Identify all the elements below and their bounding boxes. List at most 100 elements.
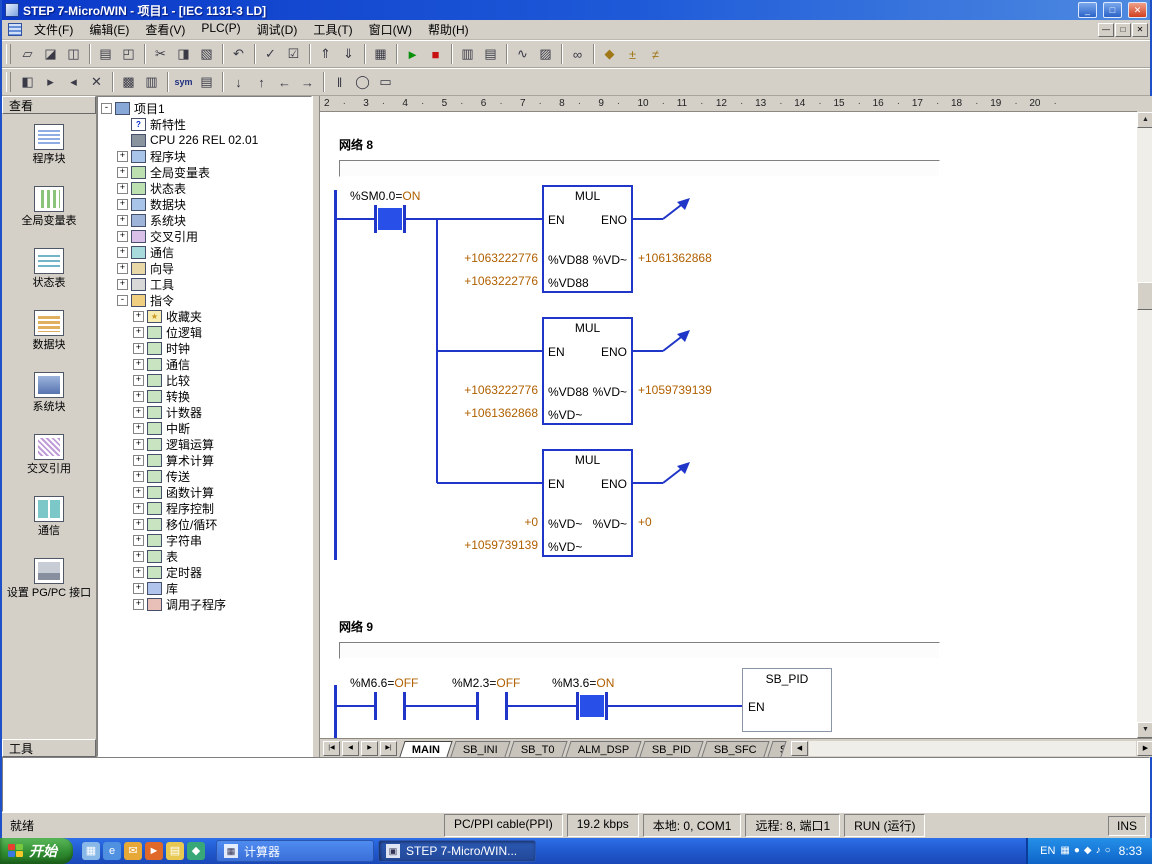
app-shortcut-icon[interactable]: ◆	[187, 842, 205, 860]
pou-tab[interactable]: SB_PID	[639, 741, 703, 757]
unforce-value-button[interactable]: ≠	[644, 43, 667, 66]
panel-splitter[interactable]	[312, 96, 320, 757]
separator[interactable]	[447, 43, 456, 66]
stop-button[interactable]: ■	[424, 43, 447, 66]
separator[interactable]	[218, 43, 227, 66]
tree-expander-icon[interactable]: +	[133, 519, 144, 530]
toggle-bookmark-button[interactable]: ◧	[16, 71, 39, 94]
tree-item[interactable]: + 传送	[98, 468, 311, 484]
download-button[interactable]: ⇓	[337, 43, 360, 66]
tree-item[interactable]: + 通信	[98, 356, 311, 372]
mdi-minimize-button[interactable]: —	[1098, 23, 1114, 37]
instruction-box[interactable]: MUL EN ENO %VD88 %VD~ %VD~	[542, 317, 633, 425]
separator[interactable]	[85, 43, 94, 66]
sb-pid-subroutine-block[interactable]: SB_PID EN	[742, 668, 832, 732]
separator[interactable]	[218, 71, 227, 94]
symbol-view-button[interactable]: ▤	[479, 43, 502, 66]
separator[interactable]	[140, 43, 149, 66]
plc-status-icon[interactable]: ◆	[1084, 843, 1092, 859]
tree-expander-icon[interactable]: +	[117, 247, 128, 258]
tree-expander-icon[interactable]: +	[117, 167, 128, 178]
view-bar-item[interactable]: 系统块	[2, 366, 96, 428]
tree-expander-icon[interactable]: +	[117, 231, 128, 242]
print-button[interactable]: ▤	[94, 43, 117, 66]
separator[interactable]	[163, 71, 172, 94]
mail-icon[interactable]: ✉	[124, 842, 142, 860]
maximize-button[interactable]: □	[1103, 2, 1122, 18]
separator[interactable]	[305, 43, 314, 66]
menu-item[interactable]: 调试(D)	[249, 19, 306, 40]
next-tab-button[interactable]: ▶	[361, 741, 378, 756]
tree-expander-icon[interactable]: +	[133, 583, 144, 594]
paste-button[interactable]: ▧	[195, 43, 218, 66]
menu-item[interactable]: 查看(V)	[137, 19, 193, 40]
tree-expander-icon[interactable]: -	[101, 103, 112, 114]
tree-item[interactable]: + 算术计算	[98, 452, 311, 468]
tools-group-button[interactable]: 工具	[2, 739, 96, 757]
first-tab-button[interactable]: |◀	[323, 741, 340, 756]
tree-item[interactable]: + 字符串	[98, 532, 311, 548]
menu-item[interactable]: PLC(P)	[193, 19, 248, 40]
compile-all-button[interactable]: ☑	[282, 43, 305, 66]
tree-item[interactable]: + 全局变量表	[98, 164, 311, 180]
insert-network-button[interactable]: ▩	[117, 71, 140, 94]
tree-item[interactable]: + 表	[98, 548, 311, 564]
tree-expander-icon[interactable]: +	[133, 439, 144, 450]
tree-item[interactable]: + 时钟	[98, 340, 311, 356]
mdi-child-icon[interactable]	[8, 23, 22, 36]
mul-instruction-block[interactable]: +1063222776 +1061362868 +1059739139 MUL …	[440, 317, 770, 425]
separator[interactable]	[557, 43, 566, 66]
ladder-contact[interactable]: %M3.6=ON	[552, 676, 662, 734]
separator[interactable]	[502, 43, 511, 66]
tree-item[interactable]: + 交叉引用	[98, 228, 311, 244]
line-right-button[interactable]: →	[296, 71, 319, 94]
prev-bookmark-button[interactable]: ◂	[62, 71, 85, 94]
close-button[interactable]: ✕	[1128, 2, 1147, 18]
tree-item[interactable]: - 项目1	[98, 100, 311, 116]
menu-item[interactable]: 文件(F)	[26, 19, 81, 40]
pou-tab[interactable]: SB_SFC	[702, 741, 770, 757]
taskbar-task-button[interactable]: ▣ STEP 7-Micro/WIN...	[378, 840, 536, 862]
scroll-up-icon[interactable]: ▲	[1137, 112, 1152, 128]
bookmark-button[interactable]: ◆	[598, 43, 621, 66]
run-button[interactable]: ►	[401, 43, 424, 66]
tree-expander-icon[interactable]: +	[117, 263, 128, 274]
tree-expander-icon[interactable]: +	[117, 199, 128, 210]
mul-instruction-block[interactable]: +0 +1059739139 +0 MUL EN ENO %VD~ %VD~ %…	[440, 449, 770, 557]
media-player-icon[interactable]: ►	[145, 842, 163, 860]
folder-icon[interactable]: ▤	[166, 842, 184, 860]
tree-expander-icon[interactable]: +	[133, 407, 144, 418]
tree-expander-icon[interactable]: +	[117, 215, 128, 226]
last-tab-button[interactable]: ▶|	[380, 741, 397, 756]
show-desktop-icon[interactable]: ▦	[82, 842, 100, 860]
cut-button[interactable]: ✂	[149, 43, 172, 66]
options-button[interactable]: ▦	[369, 43, 392, 66]
separator[interactable]	[392, 43, 401, 66]
ladder-view-button[interactable]: ▥	[456, 43, 479, 66]
view-bar-item[interactable]: 数据块	[2, 304, 96, 366]
open-project-button[interactable]: ◪	[39, 43, 62, 66]
tree-expander-icon[interactable]: +	[133, 327, 144, 338]
tree-item[interactable]: + 比较	[98, 372, 311, 388]
compile-button[interactable]: ✓	[259, 43, 282, 66]
instruction-box[interactable]: MUL EN ENO %VD~ %VD~ %VD~	[542, 449, 633, 557]
tree-item[interactable]: + 状态表	[98, 180, 311, 196]
taskbar-task-button[interactable]: ▦ 计算器	[216, 840, 374, 862]
view-bar-item[interactable]: 程序块	[2, 118, 96, 180]
tree-item[interactable]: - 指令	[98, 292, 311, 308]
tree-expander-icon[interactable]: +	[133, 599, 144, 610]
tree-item[interactable]: + 收藏夹	[98, 308, 311, 324]
ladder-contact[interactable]: %M6.6=OFF	[350, 676, 460, 734]
symbolic-addressing-button[interactable]: sym	[172, 71, 195, 94]
start-button[interactable]: 开始	[0, 838, 73, 864]
tree-item[interactable]: + 转换	[98, 388, 311, 404]
pou-tab[interactable]: SB_T0	[508, 741, 567, 757]
scroll-down-icon[interactable]: ▼	[1137, 722, 1152, 738]
tree-item[interactable]: + 通信	[98, 244, 311, 260]
tree-expander-icon[interactable]: +	[117, 183, 128, 194]
mdi-restore-button[interactable]: □	[1115, 23, 1131, 37]
status-chart-button[interactable]: ∿	[511, 43, 534, 66]
vertical-scrollbar[interactable]: ▲ ▼	[1137, 112, 1152, 738]
antivirus-icon[interactable]: ●	[1074, 843, 1080, 859]
tree-expander-icon[interactable]: +	[133, 487, 144, 498]
